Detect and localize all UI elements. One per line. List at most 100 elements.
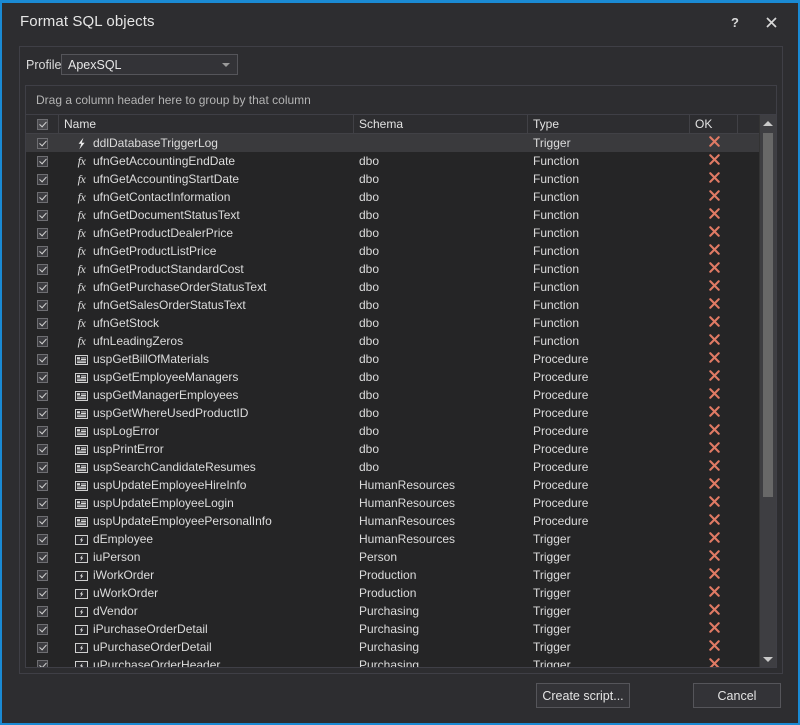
row-checkbox-cell[interactable] <box>26 152 59 170</box>
row-checkbox[interactable] <box>37 174 48 185</box>
row-checkbox[interactable] <box>37 570 48 581</box>
row-checkbox[interactable] <box>37 480 48 491</box>
row-checkbox-cell[interactable] <box>26 260 59 278</box>
row-checkbox[interactable] <box>37 516 48 527</box>
row-checkbox[interactable] <box>37 426 48 437</box>
row-checkbox-cell[interactable] <box>26 206 59 224</box>
table-row[interactable]: uspUpdateEmployeeLoginHumanResourcesProc… <box>26 494 759 512</box>
table-row[interactable]: fxufnGetPurchaseOrderStatusTextdboFuncti… <box>26 278 759 296</box>
table-row[interactable]: fxufnGetAccountingEndDatedboFunction <box>26 152 759 170</box>
scroll-up-button[interactable] <box>760 115 776 131</box>
table-row[interactable]: fxufnGetAccountingStartDatedboFunction <box>26 170 759 188</box>
row-checkbox[interactable] <box>37 300 48 311</box>
profile-select[interactable]: ApexSQL <box>61 54 238 75</box>
row-checkbox-cell[interactable] <box>26 476 59 494</box>
create-script-button[interactable]: Create script... <box>536 683 630 708</box>
row-checkbox-cell[interactable] <box>26 656 59 667</box>
close-button[interactable] <box>756 9 786 35</box>
table-row[interactable]: uspGetEmployeeManagersdboProcedure <box>26 368 759 386</box>
row-checkbox-cell[interactable] <box>26 458 59 476</box>
row-checkbox[interactable] <box>37 354 48 365</box>
row-checkbox-cell[interactable] <box>26 422 59 440</box>
row-checkbox[interactable] <box>37 624 48 635</box>
table-row[interactable]: fxufnGetSalesOrderStatusTextdboFunction <box>26 296 759 314</box>
row-checkbox-cell[interactable] <box>26 170 59 188</box>
row-checkbox-cell[interactable] <box>26 278 59 296</box>
row-checkbox[interactable] <box>37 390 48 401</box>
table-row[interactable]: uspGetBillOfMaterialsdboProcedure <box>26 350 759 368</box>
table-row[interactable]: uPurchaseOrderHeaderPurchasingTrigger <box>26 656 759 667</box>
table-row[interactable]: uspSearchCandidateResumesdboProcedure <box>26 458 759 476</box>
row-checkbox[interactable] <box>37 246 48 257</box>
row-checkbox-cell[interactable] <box>26 566 59 584</box>
table-row[interactable]: ddlDatabaseTriggerLogTrigger <box>26 134 759 152</box>
row-checkbox[interactable] <box>37 588 48 599</box>
scroll-down-button[interactable] <box>760 651 776 667</box>
table-row[interactable]: uspGetWhereUsedProductIDdboProcedure <box>26 404 759 422</box>
row-checkbox-cell[interactable] <box>26 350 59 368</box>
select-all-checkbox[interactable] <box>37 119 48 130</box>
row-checkbox-cell[interactable] <box>26 584 59 602</box>
row-checkbox-cell[interactable] <box>26 512 59 530</box>
row-checkbox-cell[interactable] <box>26 242 59 260</box>
table-row[interactable]: uspUpdateEmployeeHireInfoHumanResourcesP… <box>26 476 759 494</box>
table-row[interactable]: uspLogErrordboProcedure <box>26 422 759 440</box>
row-checkbox-cell[interactable] <box>26 548 59 566</box>
row-checkbox-cell[interactable] <box>26 188 59 206</box>
row-checkbox[interactable] <box>37 462 48 473</box>
column-header-type[interactable]: Type <box>528 115 690 133</box>
row-checkbox-cell[interactable] <box>26 134 59 152</box>
row-checkbox[interactable] <box>37 336 48 347</box>
row-checkbox[interactable] <box>37 552 48 563</box>
row-checkbox[interactable] <box>37 210 48 221</box>
column-header-ok[interactable]: OK <box>690 115 738 133</box>
row-checkbox-cell[interactable] <box>26 638 59 656</box>
row-checkbox[interactable] <box>37 534 48 545</box>
table-row[interactable]: fxufnGetProductDealerPricedboFunction <box>26 224 759 242</box>
table-row[interactable]: iuPersonPersonTrigger <box>26 548 759 566</box>
row-checkbox-cell[interactable] <box>26 368 59 386</box>
row-checkbox[interactable] <box>37 660 48 668</box>
row-checkbox-cell[interactable] <box>26 404 59 422</box>
row-checkbox-cell[interactable] <box>26 332 59 350</box>
row-checkbox[interactable] <box>37 156 48 167</box>
row-checkbox[interactable] <box>37 318 48 329</box>
row-checkbox[interactable] <box>37 228 48 239</box>
row-checkbox-cell[interactable] <box>26 296 59 314</box>
row-checkbox-cell[interactable] <box>26 620 59 638</box>
table-row[interactable]: uspGetManagerEmployeesdboProcedure <box>26 386 759 404</box>
row-checkbox[interactable] <box>37 138 48 149</box>
table-row[interactable]: fxufnGetStockdboFunction <box>26 314 759 332</box>
table-row[interactable]: fxufnLeadingZerosdboFunction <box>26 332 759 350</box>
table-row[interactable]: fxufnGetContactInformationdboFunction <box>26 188 759 206</box>
table-row[interactable]: fxufnGetProductStandardCostdboFunction <box>26 260 759 278</box>
column-header-schema[interactable]: Schema <box>354 115 528 133</box>
group-by-drop-area[interactable]: Drag a column header here to group by th… <box>26 86 776 115</box>
table-row[interactable]: iPurchaseOrderDetailPurchasingTrigger <box>26 620 759 638</box>
table-row[interactable]: fxufnGetDocumentStatusTextdboFunction <box>26 206 759 224</box>
row-checkbox-cell[interactable] <box>26 494 59 512</box>
table-row[interactable]: uspUpdateEmployeePersonalInfoHumanResour… <box>26 512 759 530</box>
row-checkbox[interactable] <box>37 192 48 203</box>
row-checkbox-cell[interactable] <box>26 224 59 242</box>
row-checkbox-cell[interactable] <box>26 314 59 332</box>
row-checkbox[interactable] <box>37 444 48 455</box>
scrollbar-thumb[interactable] <box>763 133 773 497</box>
table-row[interactable]: fxufnGetProductListPricedboFunction <box>26 242 759 260</box>
help-button[interactable]: ? <box>720 9 750 35</box>
row-checkbox[interactable] <box>37 372 48 383</box>
row-checkbox[interactable] <box>37 642 48 653</box>
row-checkbox-cell[interactable] <box>26 530 59 548</box>
column-header-name[interactable]: Name <box>59 115 354 133</box>
table-row[interactable]: uspPrintErrordboProcedure <box>26 440 759 458</box>
grid-vertical-scrollbar[interactable] <box>759 115 776 667</box>
table-row[interactable]: uPurchaseOrderDetailPurchasingTrigger <box>26 638 759 656</box>
row-checkbox-cell[interactable] <box>26 440 59 458</box>
row-checkbox-cell[interactable] <box>26 602 59 620</box>
table-row[interactable]: dEmployeeHumanResourcesTrigger <box>26 530 759 548</box>
row-checkbox[interactable] <box>37 606 48 617</box>
cancel-button[interactable]: Cancel <box>693 683 781 708</box>
table-row[interactable]: uWorkOrderProductionTrigger <box>26 584 759 602</box>
table-row[interactable]: iWorkOrderProductionTrigger <box>26 566 759 584</box>
row-checkbox-cell[interactable] <box>26 386 59 404</box>
